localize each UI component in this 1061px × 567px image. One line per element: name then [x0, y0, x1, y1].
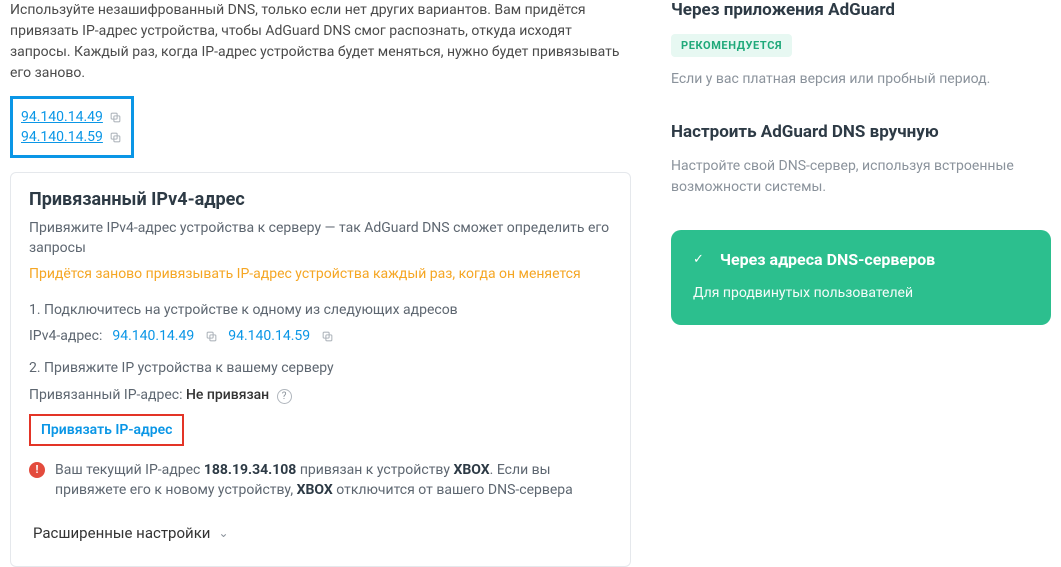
card-subtitle: Привяжите IPv4-адрес устройства к сервер…	[29, 218, 612, 259]
bound-ip-value: Не привязан	[186, 387, 269, 403]
card-title: Привязанный IPv4-адрес	[29, 189, 612, 210]
dns-servers-card[interactable]: ✓ Через адреса DNS-серверов Для продвину…	[671, 230, 1051, 325]
copy-icon[interactable]	[109, 130, 123, 144]
step-1: 1. Подключитесь на устройстве к одному и…	[29, 300, 612, 320]
top-dns-address-2[interactable]: 94.140.14.59	[21, 129, 103, 145]
side-apps-block: Через приложения AdGuard РЕКОМЕНДУЕТСЯ Е…	[671, 0, 1051, 90]
side-manual-block: Настроить AdGuard DNS вручную Настройте …	[671, 122, 1051, 198]
ipv4-address-2[interactable]: 94.140.14.59	[228, 328, 310, 344]
card-warning: Придётся заново привязывать IP-адрес уст…	[29, 265, 612, 285]
ipv4-address-1[interactable]: 94.140.14.49	[112, 328, 194, 344]
side-apps-note: Если у вас платная версия или пробный пе…	[671, 69, 1051, 90]
dns-servers-title: Через адреса DNS-серверов	[720, 250, 935, 269]
copy-icon[interactable]	[320, 329, 334, 343]
top-dns-highlight-box: 94.140.14.49 94.140.14.59	[10, 96, 134, 158]
side-manual-note: Настройте свой DNS-сервер, используя вст…	[671, 156, 1051, 198]
copy-icon[interactable]	[204, 329, 218, 343]
chevron-down-icon: ⌄	[218, 526, 228, 540]
intro-text: Используйте незашифрованный DNS, только …	[10, 0, 631, 84]
alert-text: Ваш текущий IP-адрес 188.19.34.108 привя…	[55, 460, 612, 501]
bound-ip-line: Привязанный IP-адрес: Не привязан ?	[29, 387, 612, 404]
top-dns-address-1[interactable]: 94.140.14.49	[21, 109, 103, 125]
alert-icon: !	[29, 462, 45, 478]
side-manual-title: Настроить AdGuard DNS вручную	[671, 122, 1051, 142]
bound-ip-label: Привязанный IP-адрес:	[29, 387, 183, 403]
side-apps-title: Через приложения AdGuard	[671, 0, 1051, 20]
bind-ip-highlight-box: Привязать IP-адрес	[29, 414, 184, 446]
ipv4-label: IPv4-адрес:	[29, 328, 102, 344]
bind-ip-link[interactable]: Привязать IP-адрес	[41, 422, 172, 438]
advanced-settings-label: Расширенные настройки	[33, 524, 210, 542]
copy-icon[interactable]	[109, 110, 123, 124]
step-2: 2. Привяжите IP устройства к вашему серв…	[29, 358, 612, 378]
dns-servers-subtitle: Для продвинутых пользователей	[693, 285, 1029, 301]
help-icon[interactable]: ?	[277, 389, 292, 404]
ip-conflict-alert: ! Ваш текущий IP-адрес 188.19.34.108 при…	[29, 460, 612, 501]
check-icon: ✓	[693, 252, 704, 267]
advanced-settings-toggle[interactable]: Расширенные настройки ⌄	[29, 516, 612, 550]
ipv4-binding-card: Привязанный IPv4-адрес Привяжите IPv4-ад…	[10, 172, 631, 567]
recommended-badge: РЕКОМЕНДУЕТСЯ	[671, 34, 792, 57]
